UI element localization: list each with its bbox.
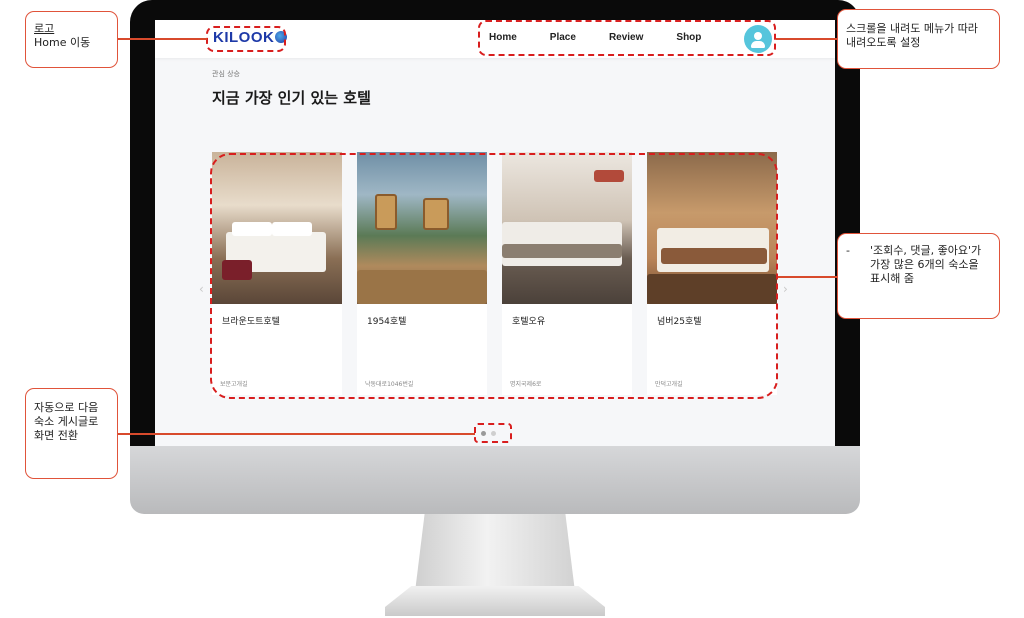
callout-menu: 스크롤을 내려도 메뉴가 따라 내려오도록 설정 <box>837 9 1000 69</box>
callout-dots-text: 자동으로 다음 숙소 게시글로 화면 전환 <box>34 401 99 442</box>
connector-dots <box>118 433 475 435</box>
highlight-dots <box>474 423 512 443</box>
monitor-chin <box>130 446 860 514</box>
highlight-logo <box>206 26 286 52</box>
section-eyebrow: 관심 상승 <box>212 70 240 78</box>
carousel-next-icon[interactable]: › <box>783 282 788 296</box>
monitor-stand-neck <box>415 514 575 592</box>
carousel-prev-icon[interactable]: ‹ <box>199 282 204 296</box>
connector-menu <box>776 38 838 40</box>
connector-logo <box>117 38 207 40</box>
monitor-stand-base <box>385 586 605 616</box>
callout-cards: - '조회수, 댓글, 좋아요'가 가장 많은 6개의 숙소을 표시해 줌 <box>837 233 1000 319</box>
callout-menu-text: 스크롤을 내려도 메뉴가 따라 내려오도록 설정 <box>846 22 978 49</box>
connector-cards <box>778 276 838 278</box>
section-title: 지금 가장 인기 있는 호텔 <box>212 89 371 107</box>
callout-logo: 로고 Home 이동 <box>25 11 118 68</box>
highlight-cards <box>210 153 778 399</box>
callout-logo-title: 로고 <box>34 22 55 35</box>
callout-logo-text: Home 이동 <box>34 36 91 49</box>
highlight-menu <box>478 20 776 56</box>
callout-cards-bullet: - <box>846 244 850 257</box>
callout-cards-text: '조회수, 댓글, 좋아요'가 가장 많은 6개의 숙소을 표시해 줌 <box>870 244 982 285</box>
mockup-stage: KILOOK Home Place Review Shop 관심 상승 지금 가… <box>0 0 1024 618</box>
callout-dots: 자동으로 다음 숙소 게시글로 화면 전환 <box>25 388 118 479</box>
